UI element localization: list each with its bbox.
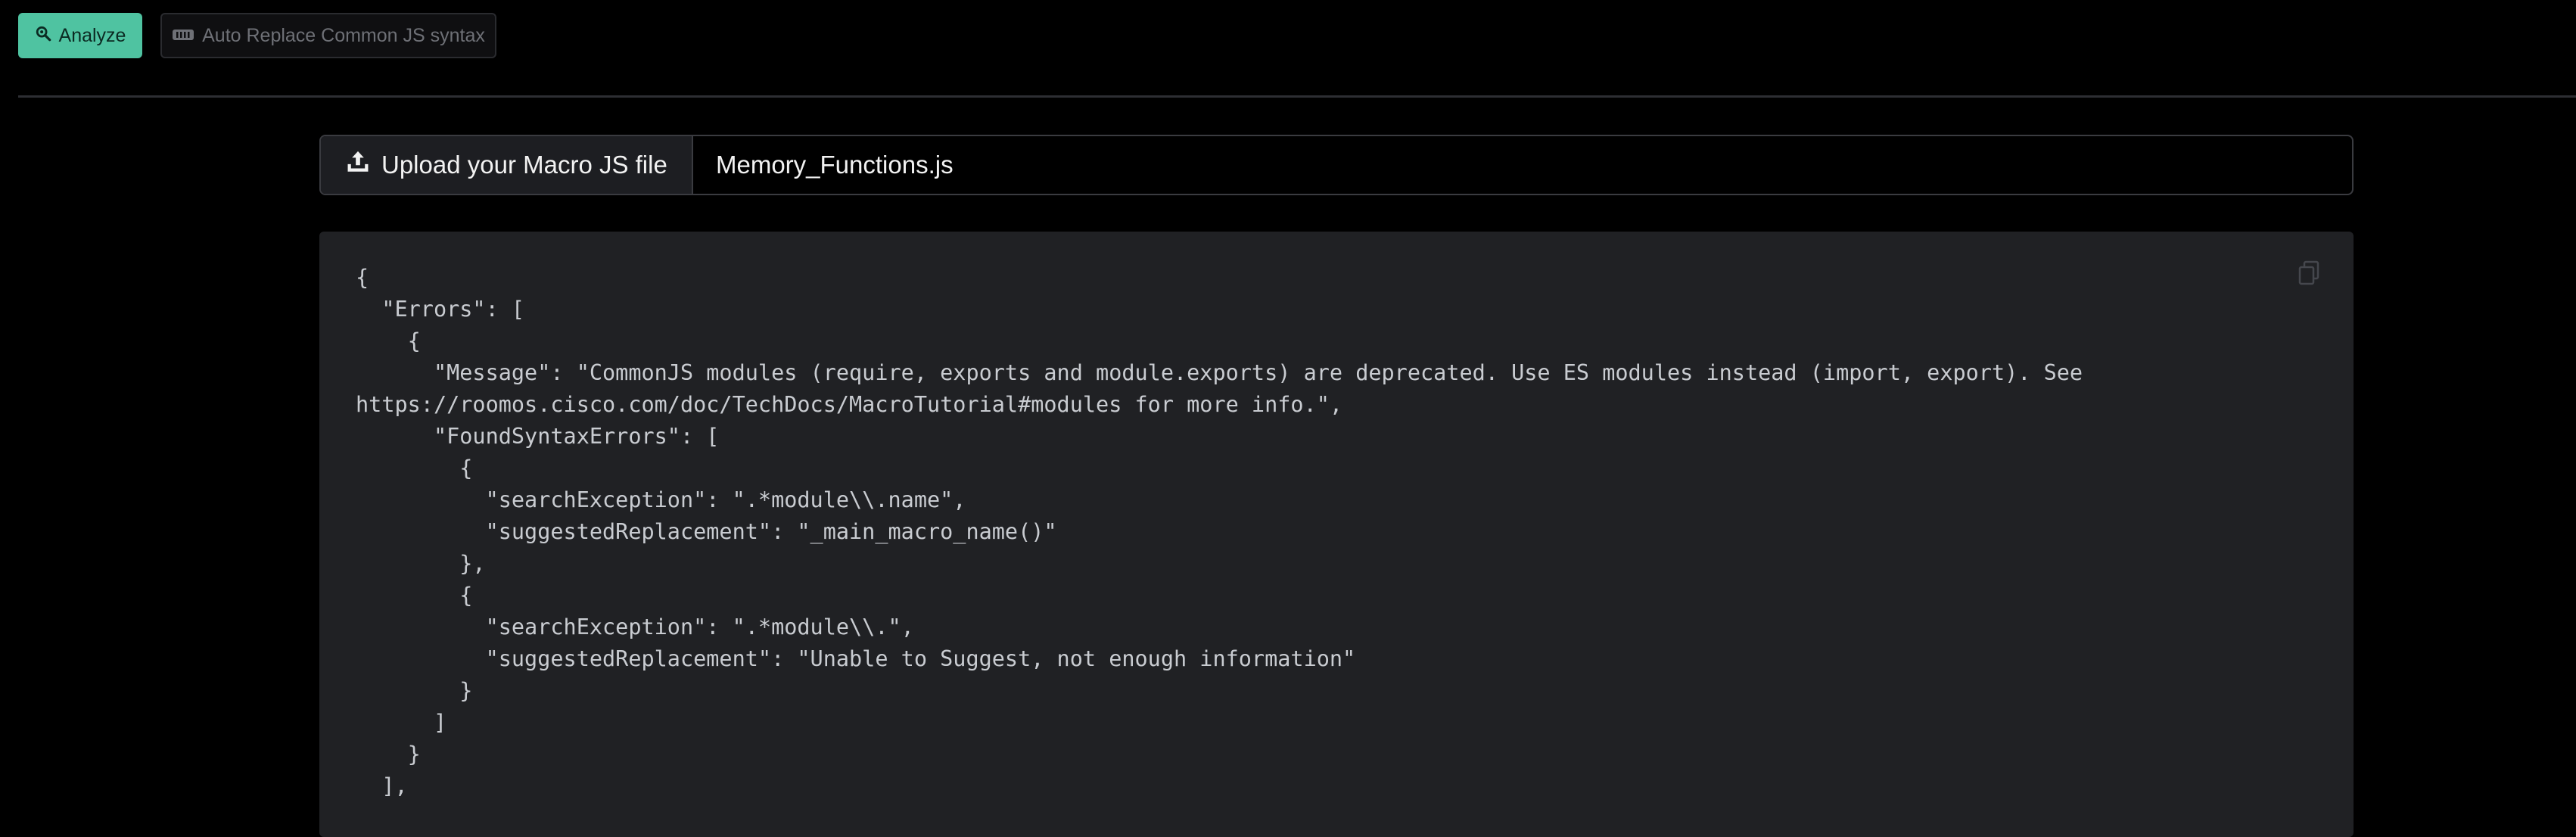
auto-replace-button[interactable]: Auto Replace Common JS syntax xyxy=(160,13,496,58)
analyze-button-label: Analyze xyxy=(58,24,126,46)
selected-file-name[interactable]: Memory_Functions.js xyxy=(693,136,2352,194)
search-icon xyxy=(35,25,51,47)
auto-replace-button-label: Auto Replace Common JS syntax xyxy=(202,24,485,46)
copy-icon xyxy=(2298,260,2320,289)
analyze-button[interactable]: Analyze xyxy=(18,13,142,58)
upload-button-label: Upload your Macro JS file xyxy=(381,151,667,179)
upload-file-button[interactable]: Upload your Macro JS file xyxy=(321,136,693,194)
replace-icon xyxy=(172,25,194,47)
upload-icon xyxy=(345,149,371,181)
copy-button[interactable] xyxy=(2298,260,2320,286)
toolbar: Analyze Auto Replace Common JS syntax xyxy=(0,0,2576,97)
file-upload-group: Upload your Macro JS file Memory_Functio… xyxy=(319,135,2354,195)
toolbar-divider xyxy=(18,95,2576,98)
analysis-json-output: { "Errors": [ { "Message": "CommonJS mod… xyxy=(356,265,2083,798)
analysis-output-panel: { "Errors": [ { "Message": "CommonJS mod… xyxy=(319,232,2354,837)
